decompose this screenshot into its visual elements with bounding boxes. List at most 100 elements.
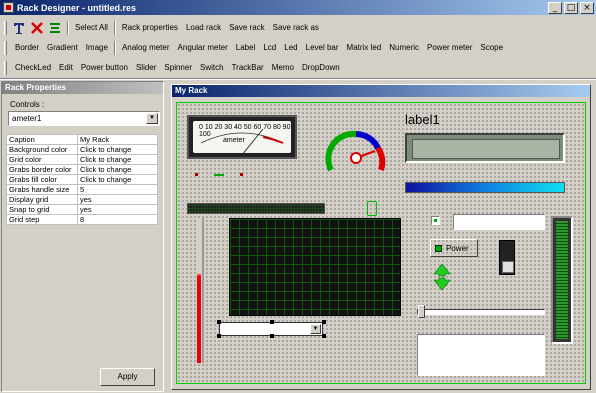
table-row[interactable]: Display grid yes <box>6 194 158 205</box>
scope-tool-button[interactable]: Scope <box>476 41 507 55</box>
gradient-tool-button[interactable]: Gradient <box>43 41 82 55</box>
title-bar: Rack Designer - untitled.res _ □ × <box>0 0 596 15</box>
toolbar-components-2: CheckLed Edit Power button Slider Spinne… <box>0 58 596 77</box>
property-name: Caption <box>6 134 78 145</box>
angular-meter-tool-button[interactable]: Angular meter <box>174 41 232 55</box>
trackbar-tool-button[interactable]: TrackBar <box>228 61 268 75</box>
table-row[interactable]: Background color Click to change <box>6 144 158 155</box>
table-row[interactable]: Snap to grid yes <box>6 204 158 215</box>
chevron-down-icon[interactable]: ▼ <box>146 113 158 124</box>
save-rack-as-button[interactable]: Save rack as <box>269 21 323 35</box>
controls-select-value: ameter1 <box>12 114 42 123</box>
property-value[interactable]: Click to change <box>77 164 158 175</box>
property-value[interactable]: Click to change <box>77 174 158 185</box>
analog-meter[interactable]: 0 10 20 30 40 50 60 70 80 90 100 ameter <box>187 115 297 159</box>
led-green[interactable] <box>214 174 224 176</box>
lcd-component[interactable] <box>405 133 565 163</box>
dropdown-tool-button[interactable]: DropDown <box>298 61 344 75</box>
meter-unit: ameter <box>223 137 245 144</box>
gradient-component[interactable] <box>197 218 201 363</box>
minimize-button[interactable]: _ <box>548 1 562 14</box>
grab-handle[interactable] <box>322 320 326 324</box>
led-tool-button[interactable]: Led <box>280 41 301 55</box>
power-button-component[interactable]: Power <box>430 239 478 257</box>
select-all-button[interactable]: Select All <box>71 21 112 35</box>
rack-properties-button[interactable]: Rack properties <box>118 21 182 35</box>
arrow-up-icon <box>433 263 451 277</box>
table-row[interactable]: Grid color Click to change <box>6 154 158 165</box>
power-led-icon <box>435 244 442 252</box>
save-rack-button[interactable]: Save rack <box>225 21 269 35</box>
level-bar-tool-button[interactable]: Level bar <box>302 41 343 55</box>
scope-component[interactable] <box>229 218 401 316</box>
edit-tool-button[interactable]: Edit <box>55 61 77 75</box>
trackbar-thumb[interactable] <box>418 305 425 318</box>
spinner-component[interactable] <box>433 263 451 293</box>
led-red[interactable] <box>195 173 198 176</box>
grab-handle[interactable] <box>217 334 221 338</box>
power-meter-tool-button[interactable]: Power meter <box>423 41 476 55</box>
lcd-tool-button[interactable]: Lcd <box>259 41 280 55</box>
property-value[interactable]: 5 <box>77 184 158 195</box>
analog-meter-tool-button[interactable]: Analog meter <box>118 41 174 55</box>
grab-handle[interactable] <box>270 334 274 338</box>
switch-component[interactable] <box>499 240 515 275</box>
property-value[interactable]: yes <box>77 204 158 215</box>
property-name: Snap to grid <box>6 204 78 215</box>
property-name: Grabs border color <box>6 164 78 175</box>
memo-tool-button[interactable]: Memo <box>268 61 298 75</box>
switch-tool-button[interactable]: Switch <box>196 61 228 75</box>
matrix-led-tool-button[interactable]: Matrix led <box>343 41 386 55</box>
table-row[interactable]: Grabs handle size 5 <box>6 184 158 195</box>
angular-meter[interactable] <box>323 124 389 182</box>
property-value[interactable]: Click to change <box>77 154 158 165</box>
trackbar-track[interactable] <box>417 309 545 315</box>
toolbar-grip[interactable] <box>4 20 7 35</box>
table-row[interactable]: Caption My Rack <box>6 134 158 145</box>
apply-button[interactable]: Apply <box>100 368 155 386</box>
rack-canvas[interactable]: 0 10 20 30 40 50 60 70 80 90 100 ameter … <box>176 102 586 384</box>
slider-tool-button[interactable]: Slider <box>132 61 160 75</box>
led-red[interactable] <box>240 173 243 176</box>
property-value[interactable]: yes <box>77 194 158 205</box>
spinner-tool-button[interactable]: Spinner <box>160 61 196 75</box>
property-name: Grabs fill color <box>6 174 78 185</box>
table-row[interactable]: Grid step 8 <box>6 214 158 225</box>
load-rack-button[interactable]: Load rack <box>182 21 225 35</box>
toolbar-divider <box>0 78 596 80</box>
checkled-component[interactable] <box>431 216 440 225</box>
image-tool-button[interactable]: Image <box>82 41 112 55</box>
edit-component[interactable] <box>453 214 545 230</box>
grab-handle[interactable] <box>322 334 326 338</box>
led-row <box>195 172 243 176</box>
delete-icon[interactable] <box>29 20 45 36</box>
controls-select[interactable]: ameter1 ▼ <box>8 111 160 126</box>
meter-scale: 0 10 20 30 40 50 60 70 80 90 100 <box>199 124 291 138</box>
vertical-level-bar[interactable] <box>551 216 573 344</box>
maximize-button[interactable]: □ <box>564 1 578 14</box>
numeric-tool-button[interactable]: Numeric <box>385 41 423 55</box>
matrix-led-component[interactable] <box>187 203 325 214</box>
toolbar-grip[interactable] <box>4 40 7 55</box>
power-button-tool-button[interactable]: Power button <box>77 61 132 75</box>
chevron-down-icon[interactable]: ▼ <box>310 324 321 334</box>
font-tool-icon[interactable] <box>11 20 27 36</box>
grab-handle[interactable] <box>217 320 221 324</box>
memo-component[interactable] <box>417 334 545 376</box>
level-bar-component[interactable] <box>405 182 565 193</box>
property-name: Grid step <box>6 214 78 225</box>
table-row[interactable]: Grabs border color Click to change <box>6 164 158 175</box>
property-value[interactable]: My Rack <box>77 134 158 145</box>
toolbar-grip[interactable] <box>4 60 7 75</box>
grab-handle[interactable] <box>270 320 274 324</box>
table-row[interactable]: Grabs fill color Click to change <box>6 174 158 185</box>
property-value[interactable]: Click to change <box>77 144 158 155</box>
numeric-led-component[interactable] <box>367 201 377 216</box>
property-value[interactable]: 8 <box>77 214 158 225</box>
close-button[interactable]: × <box>580 1 594 14</box>
label-tool-button[interactable]: Label <box>232 41 260 55</box>
label-component[interactable]: label1 <box>405 112 440 127</box>
border-tool-button[interactable]: Border <box>11 41 43 55</box>
checkled-tool-button[interactable]: CheckLed <box>11 61 55 75</box>
align-icon[interactable] <box>47 20 63 36</box>
